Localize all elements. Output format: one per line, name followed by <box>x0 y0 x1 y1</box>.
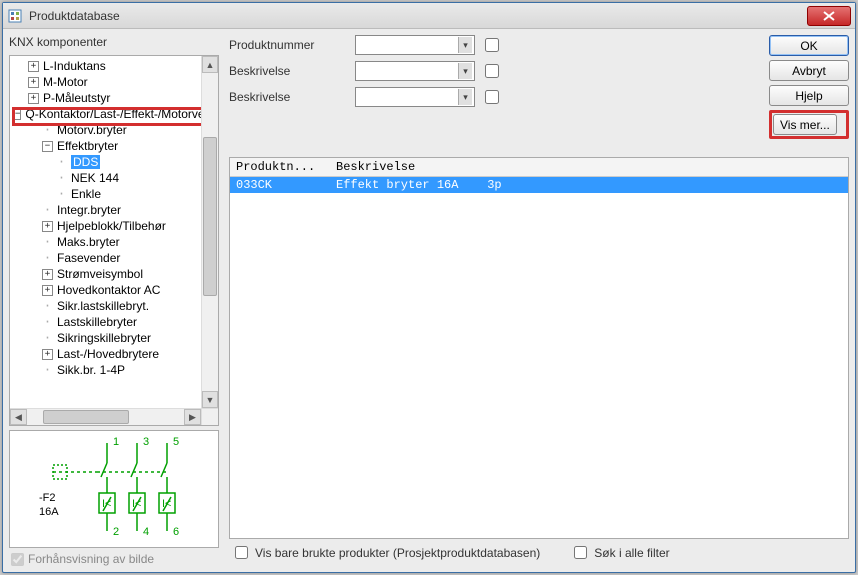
filter-form: Produktnummer ▾ Beskrivelse ▾ Beskrivels… <box>229 35 501 107</box>
preview-checkbox[interactable] <box>11 553 24 566</box>
scroll-left-icon[interactable]: ◀ <box>10 409 27 425</box>
check-search-all-filters[interactable]: Søk i alle filter <box>570 543 669 562</box>
scroll-right-icon[interactable]: ▶ <box>184 409 201 425</box>
app-icon <box>7 8 23 24</box>
scroll-thumb[interactable] <box>43 410 129 424</box>
check-used-products-label: Vis bare brukte produkter (Prosjektprodu… <box>255 546 540 560</box>
tree-item-nek[interactable]: ·NEK 144 <box>10 170 201 186</box>
dialog-buttons: OK Avbryt Hjelp Vis mer... <box>769 35 849 139</box>
tree-container: +L-Induktans +M-Motor +P-Måleutstyr −Q-K… <box>9 55 219 426</box>
tree-item-l[interactable]: +L-Induktans <box>10 58 201 74</box>
combo-beskrivelse-2[interactable]: ▾ <box>355 87 475 107</box>
label-produktnummer: Produktnummer <box>229 38 349 52</box>
tree-item-sikkbr[interactable]: ·Sikk.br. 1-4P <box>10 362 201 378</box>
titlebar: Produktdatabase <box>3 3 855 29</box>
tree-item-lasthoved[interactable]: +Last-/Hovedbrytere <box>10 346 201 362</box>
col-header-beskrivelse[interactable]: Beskrivelse <box>330 158 848 176</box>
chevron-down-icon: ▾ <box>458 63 472 79</box>
component-tree[interactable]: +L-Induktans +M-Motor +P-Måleutstyr −Q-K… <box>10 56 201 408</box>
cell-produktn: 033CK <box>230 178 330 192</box>
symbol-preview: I< I< I< 1 3 5 2 4 6 -F2 16A <box>9 430 219 548</box>
svg-text:6: 6 <box>173 526 179 538</box>
cancel-button[interactable]: Avbryt <box>769 60 849 81</box>
tree-item-sikrlast[interactable]: ·Sikr.lastskillebryt. <box>10 298 201 314</box>
svg-text:1: 1 <box>113 436 119 448</box>
product-database-window: Produktdatabase KNX komponenter +L-Induk… <box>2 2 856 573</box>
tree-item-hovedkontaktor[interactable]: +Hovedkontaktor AC <box>10 282 201 298</box>
check-produktnummer[interactable] <box>485 38 499 52</box>
svg-text:2: 2 <box>113 526 119 538</box>
check-search-all-filters-input[interactable] <box>574 546 587 559</box>
check-search-all-filters-label: Søk i alle filter <box>594 546 669 560</box>
scroll-up-icon[interactable]: ▲ <box>202 56 218 73</box>
tree-item-dds[interactable]: ·DDS <box>10 154 201 170</box>
show-more-button[interactable]: Vis mer... <box>773 114 837 135</box>
content-area: KNX komponenter +L-Induktans +M-Motor +P… <box>3 29 855 572</box>
svg-text:4: 4 <box>143 526 149 538</box>
cell-beskrivelse: Effekt bryter 16A 3p <box>330 178 848 192</box>
tree-header: KNX komponenter <box>9 35 219 49</box>
tree-item-p[interactable]: +P-Måleutstyr <box>10 90 201 106</box>
preview-checkbox-row: Forhånsvisning av bilde <box>9 552 219 566</box>
chevron-down-icon: ▾ <box>458 37 472 53</box>
svg-text:-F2: -F2 <box>39 492 56 504</box>
scroll-down-icon[interactable]: ▼ <box>202 391 218 408</box>
close-button[interactable] <box>807 6 851 26</box>
tree-item-m[interactable]: +M-Motor <box>10 74 201 90</box>
symbol-svg: I< I< I< 1 3 5 2 4 6 -F2 16A <box>29 435 199 543</box>
col-header-produktn[interactable]: Produktn... <box>230 158 330 176</box>
scroll-corner <box>201 408 218 425</box>
tree-vertical-scrollbar[interactable]: ▲ ▼ <box>201 56 218 408</box>
check-beskrivelse-2[interactable] <box>485 90 499 104</box>
top-form: Produktnummer ▾ Beskrivelse ▾ Beskrivels… <box>229 35 849 139</box>
highlight-annotation-button: Vis mer... <box>769 110 849 139</box>
tree-item-maks[interactable]: ·Maks.bryter <box>10 234 201 250</box>
table-row[interactable]: 033CK Effekt bryter 16A 3p <box>230 177 848 193</box>
check-used-products[interactable]: Vis bare brukte produkter (Prosjektprodu… <box>231 543 540 562</box>
check-beskrivelse-1[interactable] <box>485 64 499 78</box>
tree-item-integr[interactable]: ·Integr.bryter <box>10 202 201 218</box>
chevron-down-icon: ▾ <box>458 89 472 105</box>
help-button[interactable]: Hjelp <box>769 85 849 106</box>
label-beskrivelse-2: Beskrivelse <box>229 90 349 104</box>
check-used-products-input[interactable] <box>235 546 248 559</box>
combo-produktnummer[interactable]: ▾ <box>355 35 475 55</box>
ok-button[interactable]: OK <box>769 35 849 56</box>
left-pane: KNX komponenter +L-Induktans +M-Motor +P… <box>9 35 219 566</box>
scroll-thumb[interactable] <box>203 137 217 296</box>
svg-text:I<: I< <box>132 498 141 510</box>
table-header: Produktn... Beskrivelse <box>230 158 848 177</box>
window-title: Produktdatabase <box>29 9 807 23</box>
label-beskrivelse-1: Beskrivelse <box>229 64 349 78</box>
svg-text:16A: 16A <box>39 506 59 518</box>
preview-checkbox-label: Forhånsvisning av bilde <box>28 552 154 566</box>
right-pane: Produktnummer ▾ Beskrivelse ▾ Beskrivels… <box>229 35 849 566</box>
tree-item-effektbryter[interactable]: −Effektbryter <box>10 138 201 154</box>
tree-item-lastskille[interactable]: ·Lastskillebryter <box>10 314 201 330</box>
svg-text:3: 3 <box>143 436 149 448</box>
svg-text:I<: I< <box>162 498 171 510</box>
combo-beskrivelse-1[interactable]: ▾ <box>355 61 475 81</box>
svg-text:I<: I< <box>102 498 111 510</box>
tree-item-stromvei[interactable]: +Strømveisymbol <box>10 266 201 282</box>
tree-item-hjelpeblokk[interactable]: +Hjelpeblokk/Tilbehør <box>10 218 201 234</box>
tree-item-fasevender[interactable]: ·Fasevender <box>10 250 201 266</box>
tree-item-sikring[interactable]: ·Sikringskillebryter <box>10 330 201 346</box>
table-body: 033CK Effekt bryter 16A 3p <box>230 177 848 538</box>
tree-horizontal-scrollbar[interactable]: ◀ ▶ <box>10 408 201 425</box>
product-table: Produktn... Beskrivelse 033CK Effekt bry… <box>229 157 849 539</box>
tree-item-motorv[interactable]: ·Motorv.bryter <box>10 122 201 138</box>
bottom-bar: Vis bare brukte produkter (Prosjektprodu… <box>229 539 849 566</box>
svg-text:5: 5 <box>173 436 179 448</box>
tree-item-q[interactable]: −Q-Kontaktor/Last-/Effekt-/Motorve <box>10 106 201 122</box>
tree-item-enkle[interactable]: ·Enkle <box>10 186 201 202</box>
